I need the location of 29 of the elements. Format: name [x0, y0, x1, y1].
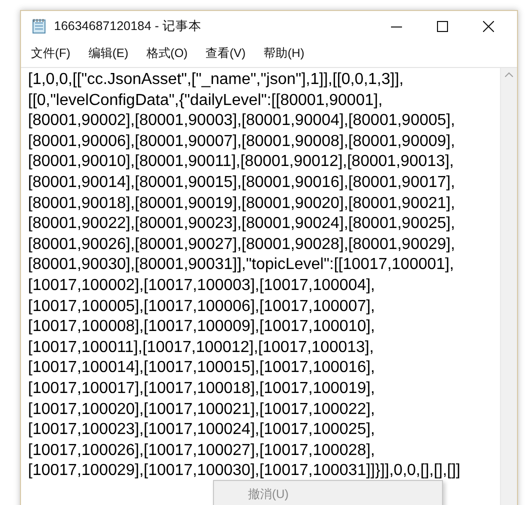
- text-line: [80001,90014],[80001,90015],[80001,90016],[80001,90017],: [28, 172, 456, 193]
- menu-item[interactable]: 查看(V): [204, 44, 248, 62]
- text-line: [10017,100002],[10017,100003],[10017,100004],: [28, 276, 376, 296]
- text-line: [80001,90010],[80001,90011],[80001,90012],[80001,90013],: [28, 152, 455, 172]
- text-line: [10017,100005],[10017,100006],[10017,100007],: [28, 296, 376, 317]
- maximize-icon: [436, 20, 448, 32]
- close-icon: [482, 20, 494, 32]
- text-line: [80001,90022],[80001,90023],[80001,90024],[80001,90025],: [28, 214, 456, 234]
- text-line: [10017,100029],[10017,100030],[10017,100031]]}]],0,0,[],[],[]]: [28, 461, 462, 482]
- text-line: [10017,100014],[10017,100015],[10017,100016],: [28, 358, 376, 378]
- text-line: [10017,100023],[10017,100024],[10017,100025],: [28, 420, 376, 440]
- text-line: [80001,90018],[80001,90019],[80001,90020],[80001,90021],: [28, 194, 456, 214]
- menu-item[interactable]: 格式(O): [144, 44, 190, 62]
- menu-item[interactable]: 编辑(E): [86, 44, 130, 62]
- text-line: [80001,90030],[80001,90031]],"topicLevel":[[10017,100001],: [28, 255, 455, 276]
- text-line: [10017,100020],[10017,100021],[10017,100022],: [28, 400, 376, 420]
- menu-item[interactable]: 帮助(H): [262, 44, 306, 62]
- window-title: 16634687120184 - 记事本: [54, 18, 202, 34]
- text-line: [10017,100026],[10017,100027],[10017,100028],: [28, 440, 376, 461]
- text-line: [80001,90002],[80001,90003],[80001,90004],[80001,90005],: [28, 111, 456, 132]
- text-line: [10017,100017],[10017,100018],[10017,100019],: [28, 378, 376, 399]
- notepad-icon: [31, 18, 47, 34]
- text-line: [[0,"levelConfigData",{"dailyLevel":[[80001,90001],: [28, 90, 384, 111]
- text-line: [1,0,0,[["cc.JsonAsset",["_name","json"],1]],[[0,0,1,3]],: [28, 70, 405, 90]
- text-line: [80001,90026],[80001,90027],[80001,90028],[80001,90029],: [28, 234, 456, 255]
- text-line: [80001,90006],[80001,90007],[80001,90008],[80001,90009],: [28, 132, 456, 152]
- text-line: [10017,100011],[10017,100012],[10017,100013],: [28, 338, 375, 358]
- text-line: [10017,100008],[10017,100009],[10017,100010],: [28, 317, 376, 338]
- menu-item[interactable]: 文件(F): [29, 44, 72, 62]
